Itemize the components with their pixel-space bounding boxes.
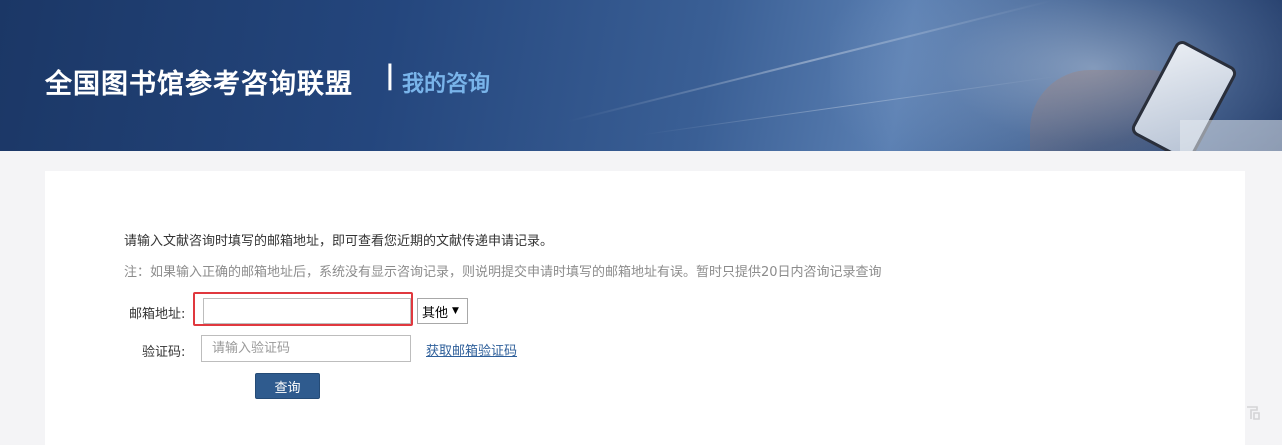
get-email-code-link[interactable]: 获取邮箱验证码 bbox=[426, 340, 517, 359]
caret-down-icon: ▼ bbox=[452, 306, 459, 316]
email-domain-select[interactable]: 其他 ▼ bbox=[417, 298, 468, 324]
watermark-icon bbox=[1244, 404, 1262, 422]
query-button[interactable]: 查询 bbox=[255, 373, 320, 399]
watermark-icon-shape bbox=[1247, 406, 1260, 420]
email-domain-select-value: 其他 bbox=[422, 305, 449, 321]
site-title: 全国图书馆参考咨询联盟 bbox=[45, 69, 353, 100]
captcha-label: 验证码: bbox=[142, 345, 186, 360]
email-input[interactable] bbox=[203, 298, 411, 324]
page-subtitle: 我的咨询 bbox=[402, 72, 491, 97]
title-separator: | bbox=[385, 60, 395, 91]
intro-text: 请输入文献咨询时填写的邮箱地址，即可查看您近期的文献传递申请记录。 bbox=[124, 234, 554, 249]
captcha-input[interactable] bbox=[201, 335, 411, 362]
email-label: 邮箱地址: bbox=[129, 307, 186, 322]
note-text: 注：如果输入正确的邮箱地址后，系统没有显示咨询记录，则说明提交申请时填写的邮箱地… bbox=[124, 265, 882, 280]
banner-desk-image bbox=[1180, 120, 1282, 151]
